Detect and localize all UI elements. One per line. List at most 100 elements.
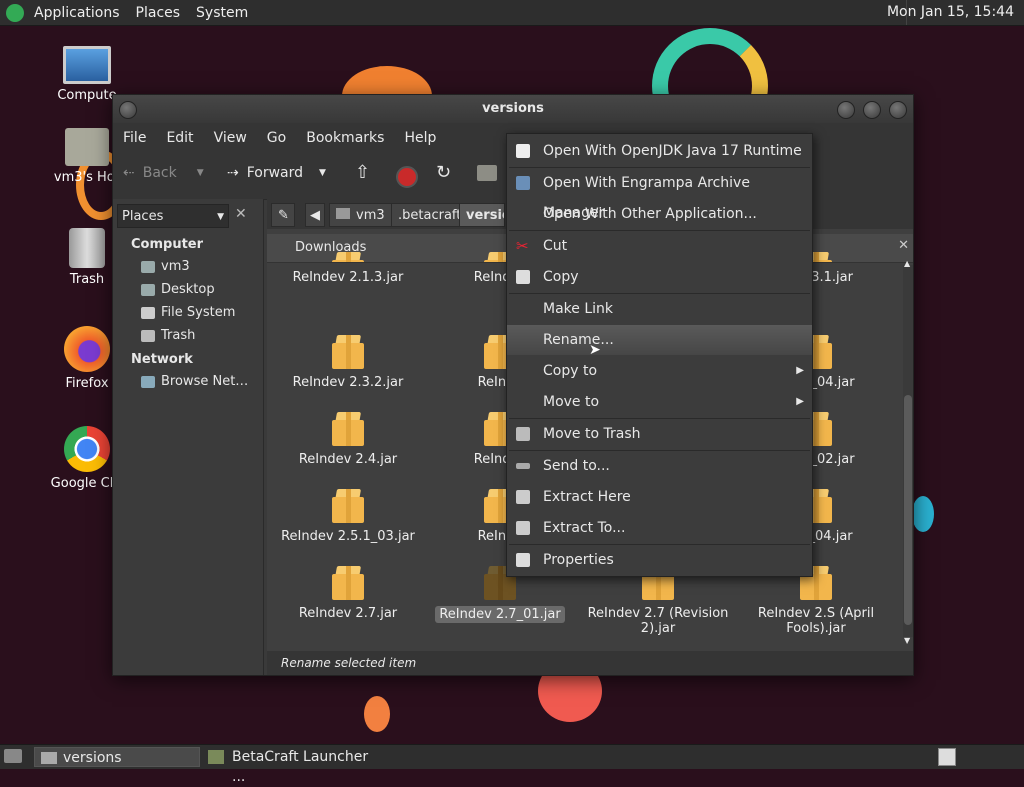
- scroll-down-icon[interactable]: ▼: [904, 636, 910, 645]
- forward-label: Forward: [246, 165, 304, 181]
- window-titlebar[interactable]: versions: [113, 95, 913, 123]
- file-item[interactable]: ReIndev 2.4.jar: [273, 412, 423, 467]
- menu-make-link[interactable]: Make Link: [507, 294, 812, 324]
- menu-applications[interactable]: Applications: [26, 5, 128, 21]
- menu-bookmarks[interactable]: Bookmarks: [296, 130, 394, 146]
- sidebar-item-desktop[interactable]: Desktop: [141, 282, 215, 297]
- sidebar-header-network: Network: [131, 352, 193, 367]
- menu-item-label: Move to: [543, 394, 600, 410]
- sidebar-item-trash[interactable]: Trash: [141, 328, 195, 343]
- minimize-icon[interactable]: [837, 101, 855, 119]
- menu-places[interactable]: Places: [128, 5, 189, 21]
- stop-icon[interactable]: [396, 166, 418, 188]
- menu-system[interactable]: System: [188, 5, 256, 21]
- menu-help[interactable]: Help: [394, 130, 446, 146]
- archive-manager-icon: [516, 176, 530, 190]
- back-label: Back: [142, 165, 177, 181]
- menu-item-label: Copy to: [543, 363, 598, 379]
- task-label: versions: [63, 750, 122, 766]
- path-left-arrow-icon[interactable]: ◀: [305, 203, 325, 227]
- home-folder-icon: [141, 260, 155, 273]
- menu-file[interactable]: File: [113, 130, 156, 146]
- file-label: ReIndev 2.7.jar: [298, 606, 398, 621]
- menu-open-with-java[interactable]: Open With OpenJDK Java 17 Runtime: [507, 136, 812, 166]
- menu-item-label: Move to Trash: [543, 426, 641, 442]
- crumb-vm3[interactable]: vm3: [329, 203, 392, 227]
- scrollbar[interactable]: ▲ ▼: [903, 259, 913, 645]
- menu-item-label: Extract Here: [543, 489, 631, 505]
- workspace-switcher-icon[interactable]: [938, 748, 956, 766]
- menu-item-label: Extract To...: [543, 520, 626, 536]
- back-button[interactable]: ⇠ Back ▼: [123, 165, 204, 181]
- sidebar-item-label: Desktop: [161, 282, 215, 297]
- sidebar-item-label: File System: [161, 305, 236, 320]
- menu-copy-to[interactable]: Copy to ▶: [507, 356, 812, 386]
- up-icon[interactable]: ⇧: [355, 162, 370, 183]
- home-icon[interactable]: [477, 165, 497, 181]
- menu-cut[interactable]: ✂ Cut: [507, 231, 812, 261]
- sidebar-header-computer: Computer: [131, 237, 204, 252]
- places-select[interactable]: Places ▼: [117, 204, 229, 228]
- file-label: ReIndev 2.4.jar: [298, 452, 398, 467]
- sidebar-item-label: Browse Net…: [161, 374, 249, 389]
- menu-copy[interactable]: Copy: [507, 262, 812, 292]
- crumb-betacraft[interactable]: .betacraft: [391, 203, 469, 227]
- sidebar-item-vm3[interactable]: vm3: [141, 259, 190, 274]
- task-label: BetaCraft Launcher ...: [232, 749, 369, 785]
- menu-properties[interactable]: Properties: [507, 545, 812, 575]
- bottom-panel: versions BetaCraft Launcher ...: [0, 744, 1024, 785]
- home-folder-icon: [65, 128, 109, 166]
- menu-item-label: Rename...: [543, 332, 614, 348]
- wallpaper-blob-teal: [912, 496, 934, 532]
- edit-location-icon[interactable]: ✎: [271, 203, 295, 227]
- back-arrow-icon: ⇠: [123, 165, 135, 181]
- menu-open-with-engrampa[interactable]: Open With Engrampa Archive Manager: [507, 168, 812, 221]
- menu-go[interactable]: Go: [257, 130, 296, 146]
- scroll-up-icon[interactable]: ▲: [904, 259, 910, 268]
- window-menu-icon[interactable]: [119, 101, 137, 119]
- forward-button[interactable]: ⇢ Forward ▼: [227, 165, 326, 181]
- file-item[interactable]: ReIndev 2.7.jar: [273, 566, 423, 621]
- places-select-label: Places: [122, 209, 164, 224]
- close-pane-icon[interactable]: ✕: [898, 238, 909, 253]
- firefox-icon: [64, 326, 110, 372]
- menu-item-label: Properties: [543, 552, 614, 568]
- close-icon[interactable]: [889, 101, 907, 119]
- close-sidebar-icon[interactable]: ✕: [235, 206, 247, 222]
- menu-view[interactable]: View: [204, 130, 257, 146]
- menu-edit[interactable]: Edit: [156, 130, 203, 146]
- menu-extract-here[interactable]: Extract Here: [507, 482, 812, 512]
- chrome-icon: [64, 426, 110, 472]
- maximize-icon[interactable]: [863, 101, 881, 119]
- file-item[interactable]: ReIndev 2.3.2.jar: [273, 335, 423, 390]
- sidebar-item-filesystem[interactable]: File System: [141, 305, 235, 320]
- scrollbar-thumb[interactable]: [904, 395, 912, 625]
- sidebar-item-browse-network[interactable]: Browse Net…: [141, 374, 248, 389]
- context-menu: Open With OpenJDK Java 17 Runtime Open W…: [506, 133, 813, 577]
- file-label: ReIndev 2.3.2.jar: [292, 375, 404, 390]
- menu-move-to[interactable]: Move to ▶: [507, 387, 812, 417]
- back-dropdown-icon[interactable]: ▼: [197, 168, 204, 178]
- file-item[interactable]: ReIndev 2.1.3.jar: [273, 252, 423, 285]
- clock[interactable]: Mon Jan 15, 15:44: [887, 4, 1014, 20]
- menu-rename[interactable]: Rename... ➤: [507, 325, 812, 358]
- file-label: ReIndev 2.7 (Revision 2).jar: [587, 606, 729, 636]
- menu-open-with-other[interactable]: Open With Other Application...: [507, 199, 812, 229]
- forward-dropdown-icon[interactable]: ▼: [319, 168, 326, 178]
- menu-extract-to[interactable]: Extract To...: [507, 513, 812, 543]
- file-item[interactable]: ReIndev 2.5.1_03.jar: [273, 489, 423, 544]
- show-desktop-icon[interactable]: [4, 749, 22, 763]
- menu-item-label: Cut: [543, 238, 568, 254]
- distro-logo-icon[interactable]: [6, 3, 24, 22]
- menu-move-to-trash[interactable]: Move to Trash: [507, 419, 812, 449]
- menu-item-label: Open With Other Application...: [543, 206, 757, 222]
- reload-icon[interactable]: ↻: [436, 162, 451, 183]
- menu-item-label: Copy: [543, 269, 579, 285]
- crumb-versions[interactable]: versio: [459, 203, 505, 227]
- trash-icon: [69, 228, 105, 268]
- jar-file-icon: [332, 489, 364, 523]
- task-betacraft[interactable]: BetaCraft Launcher ...: [204, 747, 370, 785]
- task-versions[interactable]: versions: [34, 747, 200, 767]
- trash-icon: [516, 427, 530, 441]
- menu-send-to[interactable]: Send to...: [507, 451, 812, 481]
